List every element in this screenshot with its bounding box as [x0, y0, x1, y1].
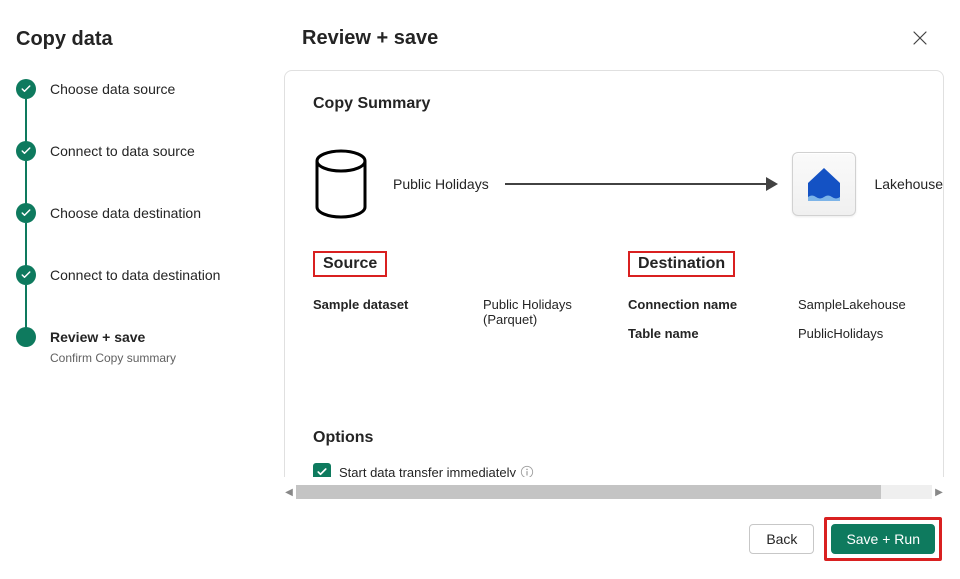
- scroll-right-icon[interactable]: ▶: [932, 487, 946, 498]
- start-transfer-checkbox[interactable]: [313, 463, 331, 477]
- check-icon: [16, 203, 36, 223]
- copy-summary-heading: Copy Summary: [313, 95, 943, 113]
- source-heading: Source: [313, 251, 387, 277]
- check-icon: [16, 141, 36, 161]
- wizard-sidebar: Copy data Choose data source Connect to …: [0, 0, 280, 579]
- step-connect-to-data-source[interactable]: Connect to data source: [16, 141, 260, 203]
- database-icon: [313, 149, 369, 219]
- check-icon: [16, 265, 36, 285]
- source-label: Public Holidays: [393, 176, 489, 192]
- options-heading: Options: [313, 429, 943, 447]
- page-title: Review + save: [302, 27, 438, 50]
- check-icon: [16, 79, 36, 99]
- arrow-icon: [505, 183, 781, 185]
- content-scroll[interactable]: Copy Summary Public Holidays: [282, 70, 946, 477]
- destination-heading: Destination: [628, 251, 735, 277]
- back-button[interactable]: Back: [749, 524, 814, 554]
- table-row: Table name PublicHolidays: [628, 326, 943, 341]
- step-list: Choose data source Connect to data sourc…: [16, 79, 260, 365]
- step-choose-data-source[interactable]: Choose data source: [16, 79, 260, 141]
- save-run-button[interactable]: Save + Run: [831, 524, 935, 554]
- horizontal-scrollbar[interactable]: ◀ ▶: [282, 483, 946, 501]
- table-row: Connection name SampleLakehouse: [628, 297, 943, 312]
- step-review-save[interactable]: Review + save Confirm Copy summary: [16, 327, 260, 365]
- scroll-left-icon[interactable]: ◀: [282, 487, 296, 498]
- current-step-icon: [16, 327, 36, 347]
- step-choose-data-destination[interactable]: Choose data destination: [16, 203, 260, 265]
- source-column: Source Sample dataset Public Holidays (P…: [313, 251, 628, 341]
- close-button[interactable]: [904, 22, 936, 54]
- destination-label: Lakehouse: [874, 176, 943, 192]
- sidebar-title: Copy data: [16, 28, 260, 51]
- info-icon[interactable]: [520, 465, 534, 477]
- table-row: Sample dataset Public Holidays (Parquet): [313, 297, 628, 327]
- summary-diagram: Public Holidays Lakehouse: [313, 149, 943, 243]
- destination-column: Destination Connection name SampleLakeho…: [628, 251, 943, 341]
- lakehouse-icon: [792, 152, 856, 216]
- step-connect-to-data-destination[interactable]: Connect to data destination: [16, 265, 260, 327]
- summary-card: Copy Summary Public Holidays: [284, 70, 944, 477]
- start-transfer-label: Start data transfer immediately: [339, 465, 516, 478]
